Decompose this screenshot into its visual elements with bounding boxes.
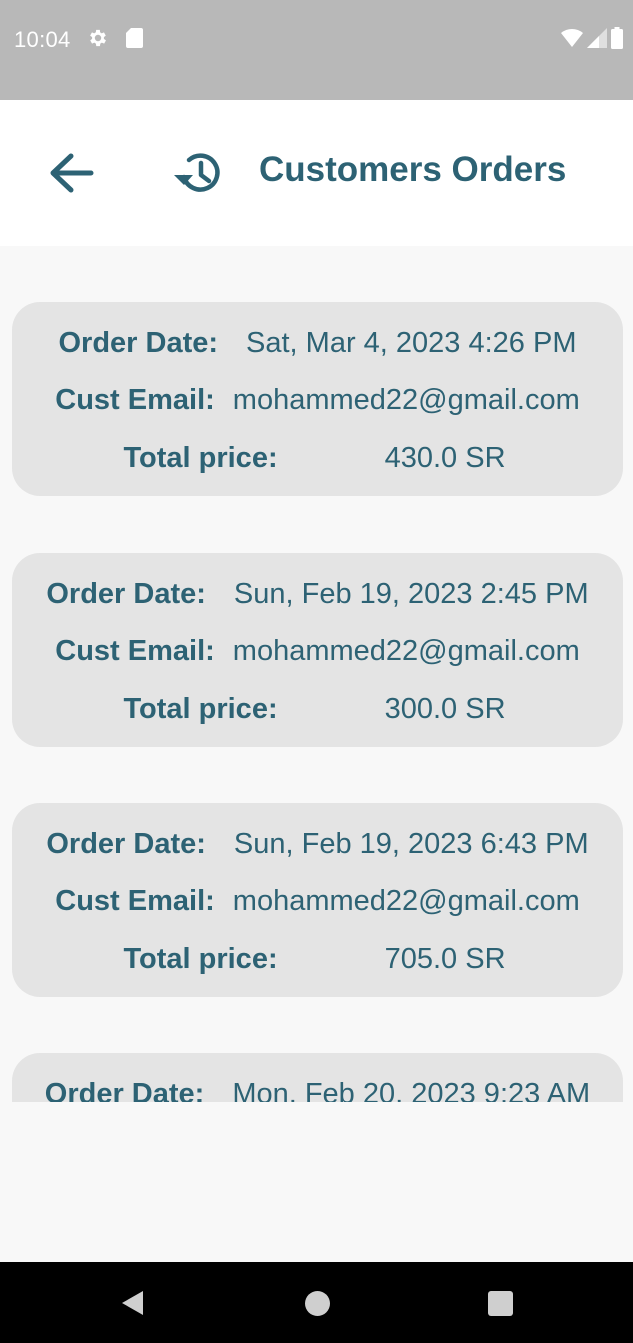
cust-email-row: Cust Email: mohammed22@gmail.com (12, 881, 623, 921)
cust-email-row: Cust Email: mohammed22@gmail.com (12, 380, 623, 420)
order-date-label: Order Date: (58, 326, 219, 359)
nav-back-icon[interactable] (119, 1290, 145, 1316)
sd-card-icon (126, 28, 143, 48)
order-card[interactable]: Order Date: Sun, Feb 19, 2023 2:45 PM Cu… (12, 553, 623, 747)
order-card[interactable]: Order Date: Sat, Mar 4, 2023 4:26 PM Cus… (12, 302, 623, 496)
total-price-row: Total price: 705.0 SR (12, 939, 623, 979)
orders-list[interactable]: Order Date: Sat, Mar 4, 2023 4:26 PM Cus… (0, 246, 633, 1102)
wifi-icon (561, 28, 583, 47)
total-price-value: 705.0 SR (384, 942, 506, 975)
total-price-value: 430.0 SR (384, 441, 506, 474)
nav-recents-icon[interactable] (488, 1291, 513, 1316)
order-card[interactable]: Order Date: Mon, Feb 20, 2023 9:23 AM (12, 1053, 623, 1102)
cellular-signal-icon (587, 28, 607, 48)
battery-icon (611, 27, 623, 49)
order-date-value: Sat, Mar 4, 2023 4:26 PM (246, 326, 577, 359)
total-price-row: Total price: 430.0 SR (12, 438, 623, 478)
back-button[interactable] (44, 147, 102, 199)
total-price-value: 300.0 SR (384, 692, 506, 725)
total-price-row: Total price: 300.0 SR (12, 689, 623, 729)
status-bar: 10:04 (0, 0, 633, 100)
order-date-row: Order Date: Mon, Feb 20, 2023 9:23 AM (12, 1074, 623, 1103)
arrow-back-icon (50, 153, 94, 193)
cust-email-value: mohammed22@gmail.com (232, 634, 580, 667)
cust-email-label: Cust Email: (55, 383, 215, 416)
order-date-label: Order Date: (46, 577, 206, 610)
order-date-row: Order Date: Sun, Feb 19, 2023 2:45 PM (12, 574, 623, 614)
order-date-label: Order Date: (46, 827, 206, 860)
page-title: Customers Orders (259, 150, 567, 189)
order-date-value: Sun, Feb 19, 2023 2:45 PM (233, 577, 589, 610)
order-date-row: Order Date: Sat, Mar 4, 2023 4:26 PM (12, 323, 623, 363)
nav-home-icon[interactable] (305, 1291, 330, 1316)
cust-email-value: mohammed22@gmail.com (232, 884, 580, 917)
cust-email-label: Cust Email: (55, 884, 215, 917)
cust-email-row: Cust Email: mohammed22@gmail.com (12, 631, 623, 671)
status-right-icons (561, 27, 623, 49)
total-price-label: Total price: (123, 441, 278, 474)
app-bar: Customers Orders (0, 100, 633, 246)
order-date-value: Sun, Feb 19, 2023 6:43 PM (233, 827, 589, 860)
status-time: 10:04 (14, 27, 71, 52)
history-icon (174, 153, 220, 192)
cust-email-value: mohammed22@gmail.com (232, 383, 580, 416)
order-date-label: Order Date: (44, 1077, 205, 1103)
order-date-row: Order Date: Sun, Feb 19, 2023 6:43 PM (12, 824, 623, 864)
order-card[interactable]: Order Date: Sun, Feb 19, 2023 6:43 PM Cu… (12, 803, 623, 997)
navigation-bar (0, 1262, 633, 1343)
total-price-label: Total price: (123, 692, 278, 725)
order-date-value: Mon, Feb 20, 2023 9:23 AM (232, 1077, 591, 1103)
cust-email-label: Cust Email: (55, 634, 215, 667)
settings-gear-icon (90, 29, 106, 47)
total-price-label: Total price: (123, 942, 278, 975)
